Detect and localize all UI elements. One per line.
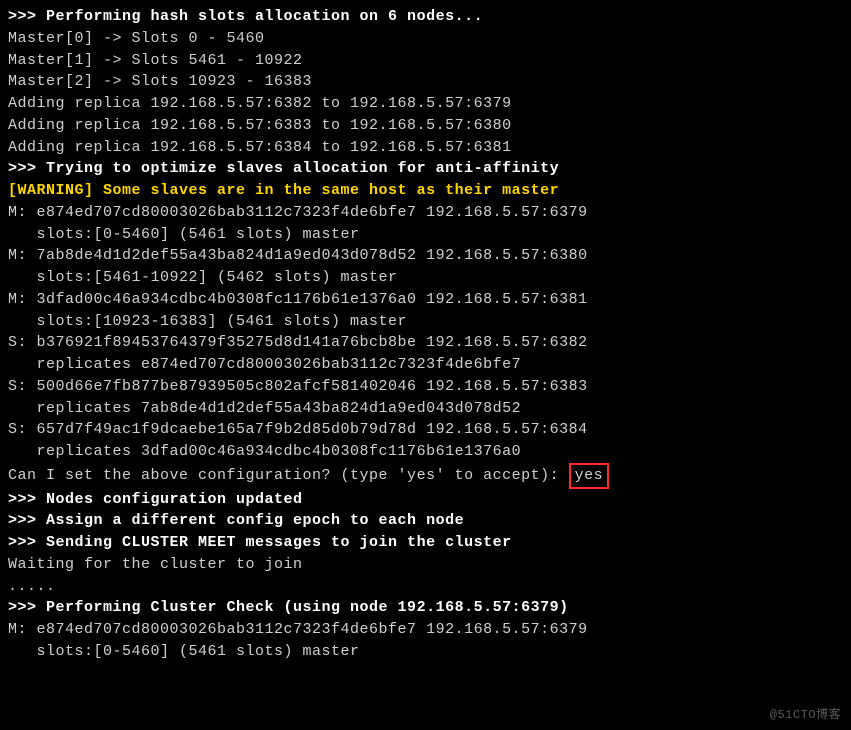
confirmation-prompt-text: Can I set the above configuration? (type… xyxy=(8,467,569,484)
node-s0: S: b376921f89453764379f35275d8d141a76bcb… xyxy=(8,332,843,354)
node-s2: S: 657d7f49ac1f9dcaebe165a7f9b2d85d0b79d… xyxy=(8,419,843,441)
status-optimize-slaves: >>> Trying to optimize slaves allocation… xyxy=(8,158,843,180)
replica-add-0: Adding replica 192.168.5.57:6382 to 192.… xyxy=(8,93,843,115)
master-slot-0: Master[0] -> Slots 0 - 5460 xyxy=(8,28,843,50)
user-input-yes[interactable]: yes xyxy=(569,463,610,489)
master-slot-2: Master[2] -> Slots 10923 - 16383 xyxy=(8,71,843,93)
replica-add-2: Adding replica 192.168.5.57:6384 to 192.… xyxy=(8,137,843,159)
status-hash-slots: >>> Performing hash slots allocation on … xyxy=(8,6,843,28)
node-m2-slots: slots:[10923-16383] (5461 slots) master xyxy=(8,311,843,333)
check-node-m0: M: e874ed707cd80003026bab3112c7323f4de6b… xyxy=(8,619,843,641)
status-cluster-meet: >>> Sending CLUSTER MEET messages to joi… xyxy=(8,532,843,554)
terminal-output: >>> Performing hash slots allocation on … xyxy=(8,6,843,663)
warning-same-host: [WARNING] Some slaves are in the same ho… xyxy=(8,180,843,202)
status-cluster-check: >>> Performing Cluster Check (using node… xyxy=(8,597,843,619)
replica-add-1: Adding replica 192.168.5.57:6383 to 192.… xyxy=(8,115,843,137)
node-s0-replicates: replicates e874ed707cd80003026bab3112c73… xyxy=(8,354,843,376)
node-s1-replicates: replicates 7ab8de4d1d2def55a43ba824d1a9e… xyxy=(8,398,843,420)
node-s2-replicates: replicates 3dfad00c46a934cdbc4b0308fc117… xyxy=(8,441,843,463)
node-s1: S: 500d66e7fb877be87939505c802afcf581402… xyxy=(8,376,843,398)
status-nodes-updated: >>> Nodes configuration updated xyxy=(8,489,843,511)
node-m1-slots: slots:[5461-10922] (5462 slots) master xyxy=(8,267,843,289)
check-node-m0-slots: slots:[0-5460] (5461 slots) master xyxy=(8,641,843,663)
node-m0: M: e874ed707cd80003026bab3112c7323f4de6b… xyxy=(8,202,843,224)
waiting-dots: ..... xyxy=(8,576,843,598)
node-m0-slots: slots:[0-5460] (5461 slots) master xyxy=(8,224,843,246)
watermark-text: @51CTO博客 xyxy=(770,707,841,724)
master-slot-1: Master[1] -> Slots 5461 - 10922 xyxy=(8,50,843,72)
waiting-text: Waiting for the cluster to join xyxy=(8,554,843,576)
status-config-epoch: >>> Assign a different config epoch to e… xyxy=(8,510,843,532)
confirmation-prompt-line: Can I set the above configuration? (type… xyxy=(8,463,843,489)
node-m1: M: 7ab8de4d1d2def55a43ba824d1a9ed043d078… xyxy=(8,245,843,267)
node-m2: M: 3dfad00c46a934cdbc4b0308fc1176b61e137… xyxy=(8,289,843,311)
